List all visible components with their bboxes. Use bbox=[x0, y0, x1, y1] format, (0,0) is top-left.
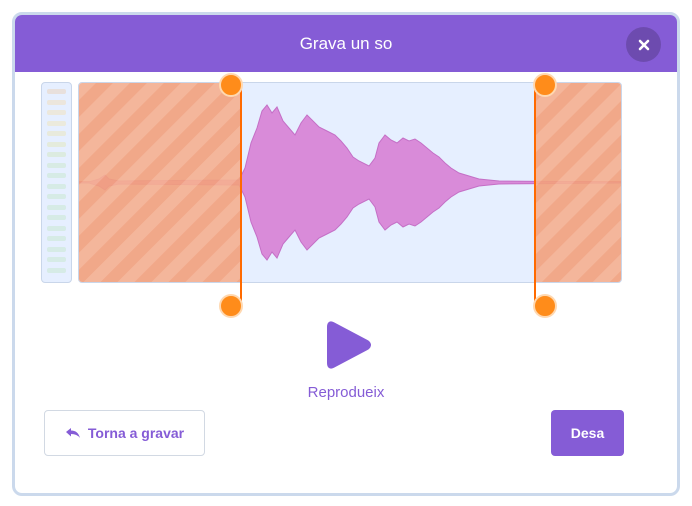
trim-end-handle-bottom[interactable] bbox=[533, 294, 557, 318]
rerecord-button[interactable]: Torna a gravar bbox=[44, 410, 205, 456]
play-label: Reprodueix bbox=[307, 384, 385, 401]
play-button[interactable] bbox=[315, 314, 375, 376]
waveform-canvas bbox=[79, 83, 621, 282]
volume-meter-segment bbox=[47, 246, 66, 252]
trimmed-region-right bbox=[536, 83, 621, 282]
waveform-editor bbox=[78, 82, 622, 283]
volume-meter-segment bbox=[47, 183, 66, 189]
trim-start-handle-bottom[interactable] bbox=[219, 294, 243, 318]
dialog-title: Grava un so bbox=[299, 34, 393, 53]
trim-end-handle-top[interactable] bbox=[533, 73, 557, 97]
volume-meter-segment bbox=[47, 215, 66, 220]
volume-meter-segment bbox=[47, 162, 66, 168]
rerecord-label: Torna a gravar bbox=[87, 425, 185, 441]
volume-meter-segment bbox=[47, 225, 66, 231]
volume-meter-segment bbox=[47, 110, 66, 115]
volume-meter-segment bbox=[47, 204, 66, 210]
volume-meter-segment bbox=[47, 152, 66, 157]
volume-meter-segment bbox=[47, 99, 66, 105]
save-label: Desa bbox=[570, 425, 605, 441]
trim-start-handle-top[interactable] bbox=[219, 73, 243, 97]
volume-meter-segment bbox=[47, 194, 66, 199]
undo-icon bbox=[65, 428, 80, 438]
volume-meter-segment bbox=[47, 141, 66, 147]
volume-meter bbox=[41, 82, 72, 283]
play-icon bbox=[327, 321, 371, 369]
volume-meter-segment bbox=[47, 120, 66, 126]
volume-meter-segment bbox=[47, 89, 66, 94]
volume-meter-segment bbox=[47, 257, 66, 262]
dialog-header: Grava un so bbox=[15, 15, 677, 72]
volume-meter-segment bbox=[47, 267, 66, 273]
save-button[interactable]: Desa bbox=[551, 410, 624, 456]
volume-meter-segment bbox=[47, 236, 66, 241]
close-icon bbox=[638, 39, 649, 50]
volume-meter-segment bbox=[47, 131, 66, 136]
close-button[interactable] bbox=[626, 27, 661, 62]
volume-meter-segment bbox=[47, 173, 66, 178]
trimmed-region-left bbox=[79, 83, 242, 282]
